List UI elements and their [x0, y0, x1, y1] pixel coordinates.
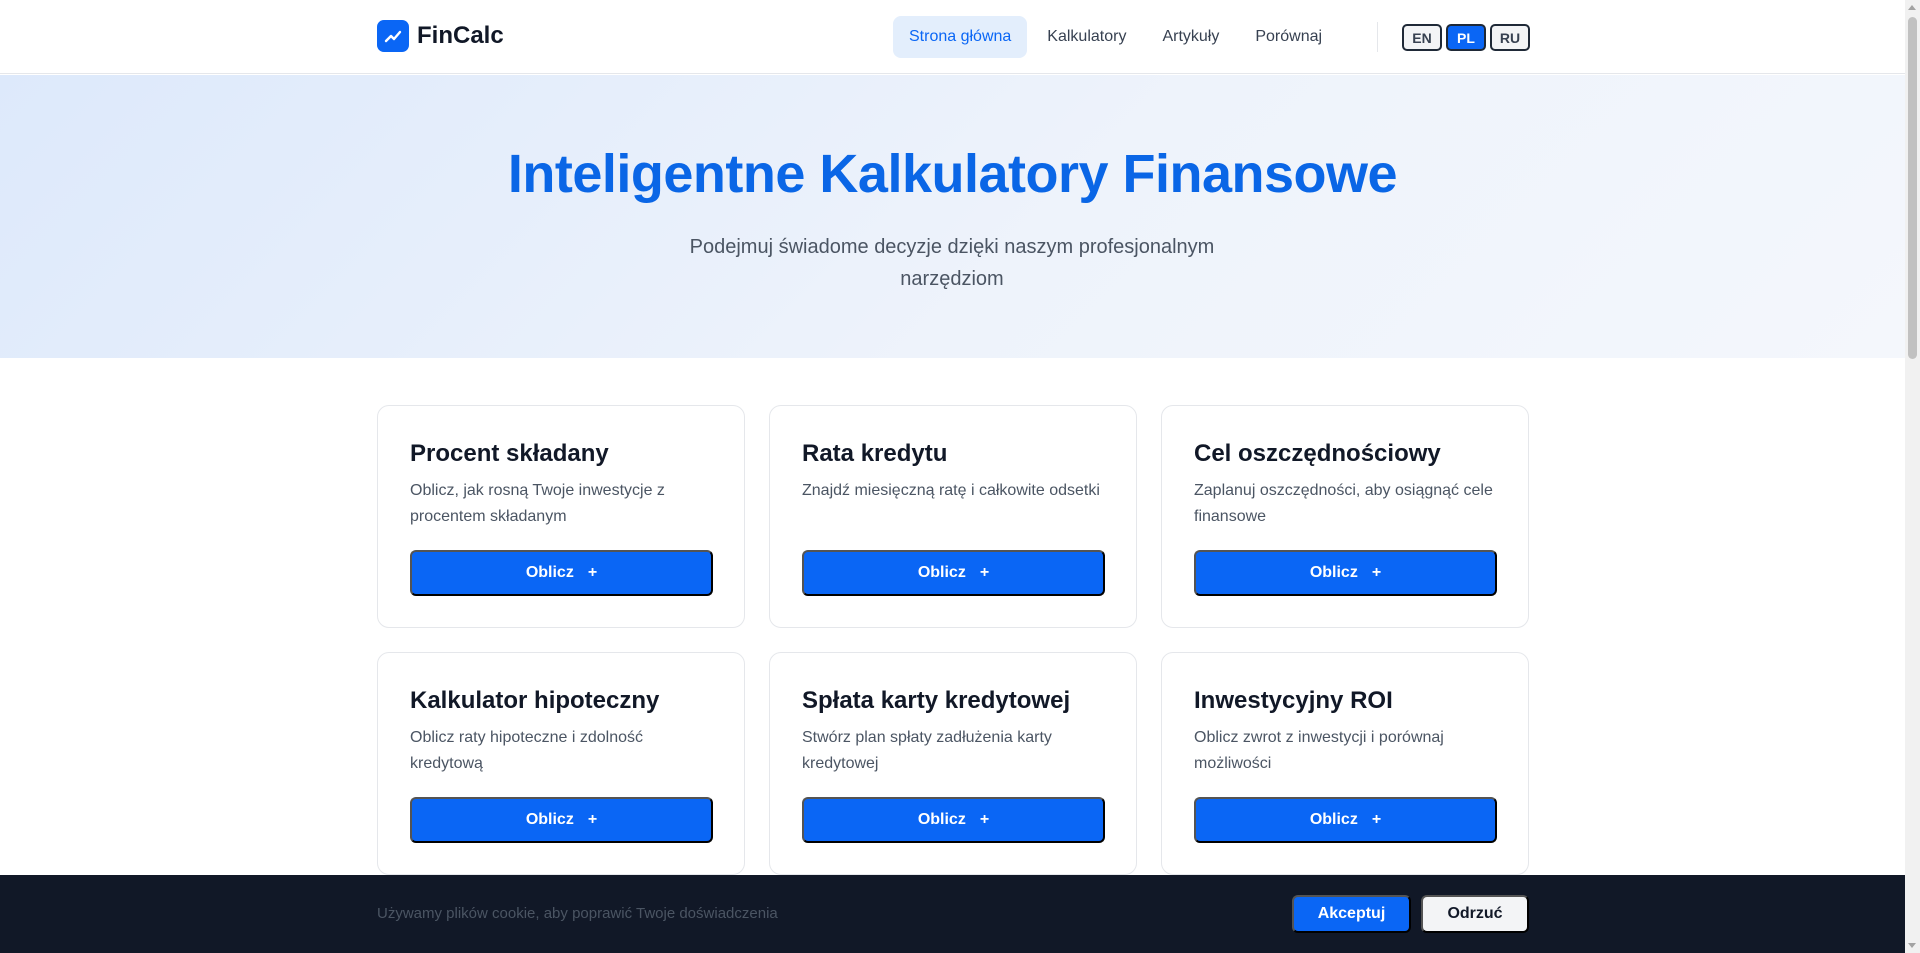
card-title: Spłata karty kredytowej — [802, 687, 1071, 714]
hero-title: Inteligentne Kalkulatory Finansowe — [507, 144, 1398, 204]
card-description: Stwórz plan spłaty zadłużenia karty kred… — [802, 729, 1052, 772]
plus-icon: + — [979, 564, 990, 581]
card-description: Oblicz zwrot z inwestycji i porównaj moż… — [1194, 729, 1444, 772]
trending-up-icon — [377, 20, 409, 52]
calculate-button[interactable]: Oblicz + — [802, 550, 1105, 596]
main-nav: Strona główna Kalkulatory Artykuły Porów… — [893, 16, 1342, 58]
card-title: Procent składany — [410, 440, 609, 467]
calculator-card: Cel oszczędnościowy Zaplanuj oszczędnośc… — [1161, 405, 1529, 628]
plus-icon: + — [979, 811, 990, 828]
calculate-button[interactable]: Oblicz + — [802, 797, 1105, 843]
card-description: Oblicz raty hipoteczne i zdolność kredyt… — [410, 729, 643, 772]
button-label: Oblicz — [525, 811, 574, 828]
calculate-button[interactable]: Oblicz + — [1194, 550, 1497, 596]
calculate-button[interactable]: Oblicz + — [410, 797, 713, 843]
scroll-up-arrow-icon[interactable] — [1908, 5, 1916, 10]
lang-button-en[interactable]: EN — [1402, 24, 1442, 51]
lang-button-pl[interactable]: PL — [1446, 24, 1486, 51]
button-label: Oblicz — [917, 811, 966, 828]
calculator-card: Spłata karty kredytowej Stwórz plan spła… — [769, 652, 1137, 875]
card-description: Oblicz, jak rosną Twoje inwestycje z pro… — [410, 482, 665, 525]
scrollbar-thumb[interactable] — [1908, 17, 1917, 359]
button-label: Oblicz — [1309, 564, 1358, 581]
calculate-button[interactable]: Oblicz + — [410, 550, 713, 596]
calculator-card: Procent składany Oblicz, jak rosną Twoje… — [377, 405, 745, 628]
calculator-card: Inwestycyjny ROI Oblicz zwrot z inwestyc… — [1161, 652, 1529, 875]
calculate-button[interactable]: Oblicz + — [1194, 797, 1497, 843]
language-switcher: EN PL RU — [1402, 24, 1530, 51]
page: FinCalc Strona główna Kalkulatory Artyku… — [0, 0, 1905, 953]
plus-icon: + — [587, 564, 598, 581]
accept-cookies-button[interactable]: Akceptuj — [1292, 895, 1411, 933]
logo-text: FinCalc — [417, 22, 504, 49]
cookie-message: Używamy plików cookie, aby poprawić Twoj… — [377, 905, 778, 922]
lang-button-ru[interactable]: RU — [1490, 24, 1530, 51]
nav-item-calculators[interactable]: Kalkulatory — [1031, 16, 1142, 58]
card-title: Kalkulator hipoteczny — [410, 687, 660, 714]
plus-icon: + — [587, 811, 598, 828]
card-title: Inwestycyjny ROI — [1194, 687, 1393, 714]
plus-icon: + — [1371, 811, 1382, 828]
logo[interactable]: FinCalc — [377, 20, 504, 52]
hero-section: Inteligentne Kalkulatory Finansowe Podej… — [0, 75, 1905, 358]
plus-icon: + — [1371, 564, 1382, 581]
nav-item-home[interactable]: Strona główna — [893, 16, 1028, 58]
button-label: Oblicz — [917, 564, 966, 581]
vertical-scrollbar[interactable] — [1905, 0, 1920, 953]
scroll-down-arrow-icon[interactable] — [1908, 943, 1916, 948]
calculator-card: Rata kredytu Znajdź miesięczną ratę i ca… — [769, 405, 1137, 628]
nav-item-compare[interactable]: Porównaj — [1239, 16, 1338, 58]
reject-cookies-button[interactable]: Odrzuć — [1421, 895, 1529, 933]
button-label: Oblicz — [1309, 811, 1358, 828]
button-label: Oblicz — [525, 564, 574, 581]
hero-subtitle: Podejmuj świadome decyzje dzięki naszym … — [689, 236, 1215, 290]
card-description: Znajdź miesięczną ratę i całkowite odset… — [802, 482, 1100, 499]
calculator-card: Kalkulator hipoteczny Oblicz raty hipote… — [377, 652, 745, 875]
nav-divider — [1377, 22, 1378, 52]
cookie-banner: Używamy plików cookie, aby poprawić Twoj… — [0, 875, 1905, 953]
card-description: Zaplanuj oszczędności, aby osiągnąć cele… — [1194, 482, 1493, 525]
site-header: FinCalc Strona główna Kalkulatory Artyku… — [0, 0, 1905, 74]
nav-item-articles[interactable]: Artykuły — [1146, 16, 1235, 58]
card-title: Rata kredytu — [802, 440, 948, 467]
card-title: Cel oszczędnościowy — [1194, 440, 1441, 467]
